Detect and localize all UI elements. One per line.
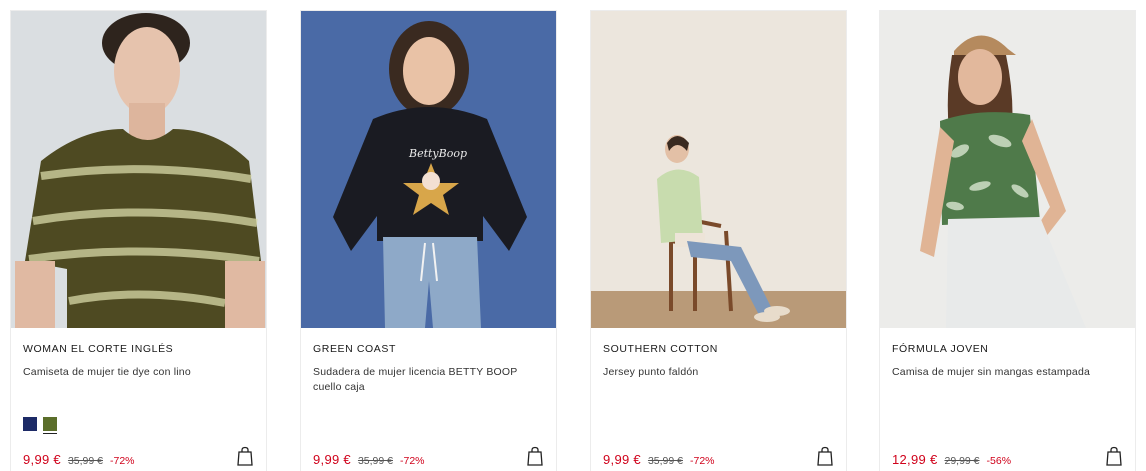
- original-price: 35,99 €: [647, 455, 683, 467]
- original-price: 29,99 €: [944, 455, 980, 467]
- product-brand[interactable]: SOUTHERN COTTON: [603, 343, 718, 355]
- color-swatches: [23, 417, 57, 434]
- discount-badge: -72%: [400, 455, 425, 467]
- product-image[interactable]: BettyBoop: [301, 11, 556, 328]
- svg-text:BettyBoop: BettyBoop: [408, 147, 467, 160]
- shopping-bag-icon[interactable]: [236, 446, 254, 466]
- color-swatch-navy[interactable]: [23, 417, 37, 431]
- discount-badge: -56%: [986, 455, 1012, 467]
- product-card[interactable]: SOUTHERN COTTON Jersey punto faldón 9,99…: [590, 10, 847, 471]
- product-brand[interactable]: GREEN COAST: [313, 343, 396, 355]
- original-price: 35,99 €: [357, 455, 393, 467]
- discount-badge: -72%: [690, 455, 715, 467]
- product-description[interactable]: Camiseta de mujer tie dye con lino: [23, 365, 251, 380]
- product-image[interactable]: [880, 11, 1135, 328]
- product-description[interactable]: Sudadera de mujer licencia BETTY BOOP cu…: [313, 365, 541, 395]
- price-row: 12,99 € 29,99 € -56%: [892, 452, 1011, 467]
- product-card[interactable]: FÓRMULA JOVEN Camisa de mujer sin mangas…: [879, 10, 1136, 471]
- discount-badge: -72%: [110, 455, 135, 467]
- price-row: 9,99 € 35,99 € -72%: [23, 452, 135, 467]
- shopping-bag-icon[interactable]: [1105, 446, 1123, 466]
- product-image[interactable]: [591, 11, 846, 328]
- product-grid: WOMAN EL CORTE INGLÉS Camiseta de mujer …: [0, 0, 1146, 471]
- price-row: 9,99 € 35,99 € -72%: [313, 452, 425, 467]
- shopping-bag-icon[interactable]: [526, 446, 544, 466]
- shopping-bag-icon[interactable]: [816, 446, 834, 466]
- product-brand[interactable]: WOMAN EL CORTE INGLÉS: [23, 343, 173, 355]
- product-brand[interactable]: FÓRMULA JOVEN: [892, 343, 988, 355]
- current-price: 9,99 €: [23, 452, 61, 467]
- current-price: 12,99 €: [892, 452, 938, 467]
- product-description[interactable]: Jersey punto faldón: [603, 365, 831, 380]
- product-card[interactable]: WOMAN EL CORTE INGLÉS Camiseta de mujer …: [10, 10, 267, 471]
- color-swatch-olive[interactable]: [43, 417, 57, 434]
- original-price: 35,99 €: [67, 455, 103, 467]
- price-row: 9,99 € 35,99 € -72%: [603, 452, 715, 467]
- product-description[interactable]: Camisa de mujer sin mangas estampada: [892, 365, 1120, 380]
- current-price: 9,99 €: [603, 452, 641, 467]
- product-card[interactable]: BettyBoop GREEN COAST Sudadera de mujer …: [300, 10, 557, 471]
- current-price: 9,99 €: [313, 452, 351, 467]
- product-image[interactable]: [11, 11, 266, 328]
